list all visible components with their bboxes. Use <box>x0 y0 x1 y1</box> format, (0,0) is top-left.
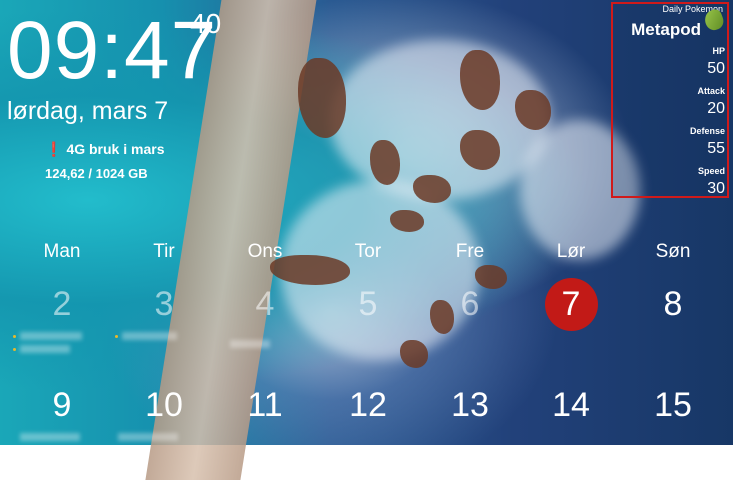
stat-label-hp: HP <box>712 46 725 56</box>
event-dot <box>13 348 16 351</box>
event-text-blurred[interactable] <box>230 340 270 348</box>
calendar-day[interactable]: 2 <box>22 284 102 324</box>
data-usage-value: 124,62 / 1024 GB <box>45 166 148 181</box>
event-text-blurred[interactable] <box>122 332 177 340</box>
weekday-tue: Tir <box>153 241 175 262</box>
stat-label-defense: Defense <box>689 126 725 136</box>
pokemon-name: Metapod <box>631 20 701 39</box>
weekday-mon: Man <box>43 241 81 262</box>
calendar-day-today[interactable]: 7 <box>531 284 611 324</box>
calendar-day[interactable]: 5 <box>328 284 408 324</box>
calendar-day[interactable]: 13 <box>430 385 510 425</box>
water-drop-icon: ❗ <box>45 141 63 157</box>
data-usage-label: ❗ 4G bruk i mars <box>45 141 164 158</box>
event-text-blurred[interactable] <box>20 433 80 441</box>
clock-widget: 09:47 <box>7 10 217 92</box>
calendar-day[interactable]: 4 <box>225 284 305 324</box>
weekday-fri: Fre <box>455 241 485 262</box>
clock-time: 09:47 <box>7 5 218 96</box>
event-text-blurred[interactable] <box>20 332 82 340</box>
event-text-blurred[interactable] <box>20 345 70 353</box>
stat-value-speed: 30 <box>707 180 725 197</box>
weekday-sun: Søn <box>655 241 691 262</box>
data-usage-text: 4G bruk i mars <box>66 141 165 157</box>
clock-date: lørdag, mars 7 <box>7 97 169 125</box>
calendar-day[interactable]: 15 <box>633 385 713 425</box>
stat-value-defense: 55 <box>707 140 725 157</box>
weekday-wed: Ons <box>247 241 283 262</box>
calendar-day[interactable]: 12 <box>328 385 408 425</box>
daily-pokemon-widget[interactable]: Daily Pokemon Metapod HP 50 Attack 20 De… <box>611 2 729 198</box>
event-dot <box>115 335 118 338</box>
stat-label-speed: Speed <box>697 166 725 176</box>
event-text-blurred[interactable] <box>118 433 178 441</box>
calendar-day[interactable]: 8 <box>633 284 713 324</box>
weekday-thu: Tor <box>354 241 382 262</box>
calendar-day[interactable]: 11 <box>225 385 305 425</box>
stat-value-hp: 50 <box>707 60 725 77</box>
weekday-sat: Lør <box>556 241 586 262</box>
stat-value-attack: 20 <box>707 100 725 117</box>
event-dot <box>13 335 16 338</box>
calendar-day[interactable]: 10 <box>124 385 204 425</box>
calendar-day[interactable]: 6 <box>430 284 510 324</box>
calendar-day[interactable]: 9 <box>22 385 102 425</box>
stat-label-attack: Attack <box>697 86 725 96</box>
calendar-day[interactable]: 3 <box>124 284 204 324</box>
calendar-day[interactable]: 14 <box>531 385 611 425</box>
clock-seconds: 40 <box>190 8 222 39</box>
